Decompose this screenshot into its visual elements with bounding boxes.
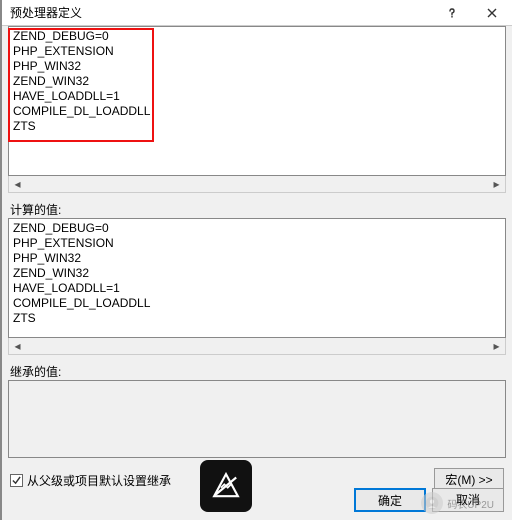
watermark-avatar-icon	[421, 492, 443, 514]
inherit-checkbox[interactable]	[10, 474, 23, 487]
computed-label: 计算的值:	[8, 199, 506, 218]
scroll-left-icon[interactable]: ◂	[9, 339, 26, 353]
definitions-editor[interactable]: ZEND_DEBUG=0 PHP_EXTENSION PHP_WIN32 ZEN…	[8, 26, 506, 176]
scroll-left-icon[interactable]: ◂	[9, 177, 26, 191]
horizontal-scrollbar[interactable]: ◂ ▸	[8, 176, 506, 193]
titlebar: 预处理器定义	[2, 0, 512, 26]
dialog-preprocessor-definitions: 预处理器定义 ZEND_DEBUG=0 PHP_EXTENSION PHP_WI…	[0, 0, 512, 520]
scroll-right-icon[interactable]: ▸	[488, 177, 505, 191]
inherited-label: 继承的值:	[8, 361, 506, 380]
watermark: 码农UP2U	[421, 492, 494, 514]
close-button[interactable]	[472, 0, 512, 26]
scroll-right-icon[interactable]: ▸	[488, 339, 505, 353]
computed-values-box[interactable]: ZEND_DEBUG=0 PHP_EXTENSION PHP_WIN32 ZEN…	[8, 218, 506, 338]
inherit-checkbox-label: 从父级或项目默认设置继承	[27, 472, 171, 489]
dialog-title: 预处理器定义	[2, 4, 432, 21]
overlay-logo-icon	[200, 460, 252, 512]
watermark-text: 码农UP2U	[447, 496, 494, 511]
inherited-values-box[interactable]	[8, 380, 506, 458]
horizontal-scrollbar-2[interactable]: ◂ ▸	[8, 338, 506, 355]
ok-button[interactable]: 确定	[354, 488, 426, 512]
help-button[interactable]	[432, 0, 472, 26]
